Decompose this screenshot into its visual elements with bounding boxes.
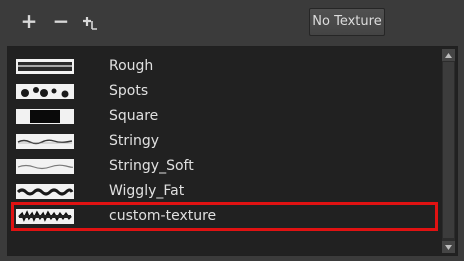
scroll-thumb[interactable]	[443, 62, 454, 238]
square-texture-swatch	[16, 109, 74, 124]
custom-texture-swatch	[16, 209, 74, 224]
texture-label: Square	[109, 108, 159, 124]
texture-row-rough[interactable]: Rough	[8, 53, 440, 78]
scroll-down-arrow-icon[interactable]	[442, 241, 455, 253]
spots-texture-swatch	[16, 84, 74, 99]
texture-label: custom-texture	[109, 208, 217, 224]
wiggly-fat-texture-swatch	[16, 184, 74, 199]
texture-label: Spots	[109, 83, 149, 99]
stringy-texture-swatch	[16, 134, 74, 149]
texture-row-square[interactable]: Square	[8, 103, 440, 128]
texture-row-custom-texture[interactable]: custom-texture	[8, 203, 440, 228]
texture-row-spots[interactable]: Spots	[8, 78, 440, 103]
texture-label: Stringy	[109, 133, 160, 149]
texture-row-wiggly-fat[interactable]: Wiggly_Fat	[8, 178, 440, 203]
remove-texture-button[interactable]: −	[50, 9, 72, 33]
import-plus-icon	[83, 17, 97, 30]
texture-label: Wiggly_Fat	[109, 183, 185, 199]
texture-list[interactable]: Rough Spots Square Stringy Stringy_Soft …	[7, 46, 458, 256]
scroll-up-arrow-icon[interactable]	[442, 49, 455, 61]
brush-texture-panel: + − No Texture Rough Spots Square String…	[0, 0, 464, 261]
add-texture-button[interactable]: +	[18, 9, 40, 33]
no-texture-button[interactable]: No Texture	[309, 8, 385, 36]
import-texture-button[interactable]	[80, 9, 102, 33]
stringy-soft-texture-swatch	[16, 159, 74, 174]
texture-row-stringy[interactable]: Stringy	[8, 128, 440, 153]
texture-label: Stringy_Soft	[109, 158, 194, 174]
rough-texture-swatch	[16, 59, 74, 74]
texture-row-stringy-soft[interactable]: Stringy_Soft	[8, 153, 440, 178]
vertical-scrollbar[interactable]	[442, 49, 455, 253]
texture-toolbar: + − No Texture	[0, 0, 464, 44]
texture-label: Rough	[109, 58, 154, 74]
